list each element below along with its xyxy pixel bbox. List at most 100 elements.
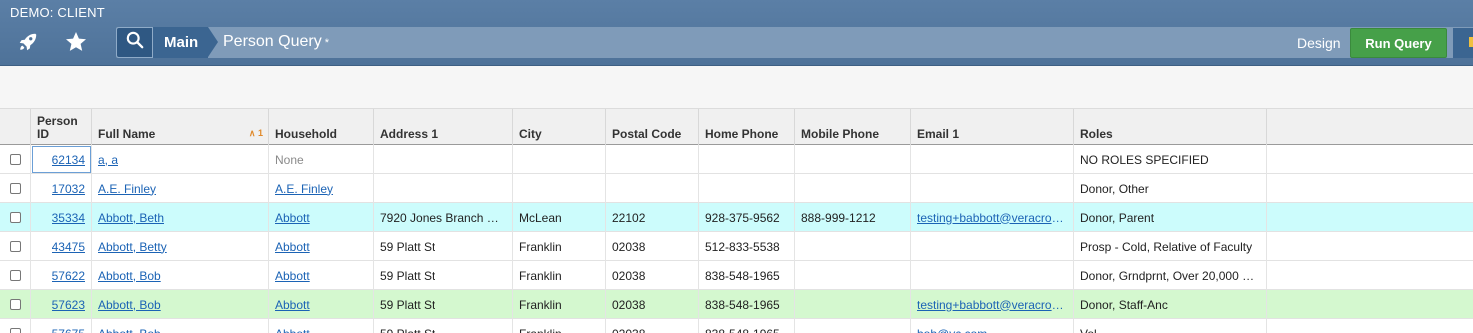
search-button[interactable] <box>116 27 153 58</box>
person-id-link[interactable]: 57623 <box>52 298 85 312</box>
mobile-phone-cell <box>795 319 911 333</box>
household-cell: Abbott <box>269 319 374 333</box>
mobile-phone-cell: 888-999-1212 <box>795 203 911 232</box>
address-cell: 59 Platt St <box>374 319 513 333</box>
cell-text: 838-548-1965 <box>705 327 780 333</box>
row-checkbox[interactable] <box>9 183 21 194</box>
address-cell: 59 Platt St <box>374 261 513 290</box>
column-header-postal-code[interactable]: Postal Code <box>606 109 699 145</box>
column-header-person-id[interactable]: Person ID <box>31 109 92 145</box>
table-row[interactable]: 43475 Abbott, Betty Abbott 59 Platt St Frank… <box>0 232 1473 261</box>
breadcrumb-main[interactable]: Main <box>153 27 208 58</box>
cell-text: 838-548-1965 <box>705 268 780 283</box>
household-link[interactable]: Abbott <box>275 327 310 333</box>
row-checkbox[interactable] <box>9 270 21 281</box>
column-header-mobile-phone[interactable]: Mobile Phone <box>795 109 911 145</box>
city-cell: McLean <box>513 203 606 232</box>
column-header-city[interactable]: City <box>513 109 606 145</box>
select-all-column <box>0 109 31 145</box>
email-link[interactable]: bob@vc.com <box>917 327 987 333</box>
table-row[interactable]: 62134 a, a None NO ROLES SPECIFIED <box>0 145 1473 174</box>
postal-code-cell <box>606 174 699 203</box>
person-id-link[interactable]: 57675 <box>52 327 85 333</box>
cell-text: 838-548-1965 <box>705 297 780 312</box>
column-header-email1[interactable]: Email 1 <box>911 109 1074 145</box>
address-cell: 59 Platt St <box>374 290 513 319</box>
table-row[interactable]: 35334 Abbott, Beth Abbott 7920 Jones Branch… <box>0 203 1473 232</box>
app-window: DEMO: CLIENT Main Person Query * Design R… <box>0 0 1473 333</box>
person-id-link[interactable]: 57622 <box>52 269 85 283</box>
roles-cell: Vol <box>1074 319 1267 333</box>
full-name-link[interactable]: A.E. Finley <box>98 182 156 196</box>
unsaved-marker: * <box>324 37 329 49</box>
overflow-button[interactable] <box>1453 28 1473 58</box>
table-row[interactable]: 57623 Abbott, Bob Abbott 59 Platt St Frankli… <box>0 290 1473 319</box>
favorites-button[interactable] <box>58 26 94 58</box>
email-cell: bob@vc.com <box>911 319 1074 333</box>
page-title: Person Query * <box>223 33 329 51</box>
column-header-roles[interactable]: Roles <box>1074 109 1267 145</box>
run-query-button[interactable]: Run Query <box>1350 28 1447 58</box>
cell-text: Vol <box>1080 327 1097 333</box>
household-cell: Abbott <box>269 290 374 319</box>
email-cell <box>911 261 1074 290</box>
row-checkbox[interactable] <box>9 328 21 333</box>
column-label: Household <box>275 127 337 141</box>
launcher-button[interactable] <box>10 26 46 58</box>
cell-text: McLean <box>519 210 562 225</box>
cell-text: 512-833-5538 <box>705 239 780 254</box>
full-name-link[interactable]: Abbott, Bob <box>98 327 161 333</box>
full-name-link[interactable]: a, a <box>98 153 118 167</box>
column-label: Postal Code <box>612 127 682 141</box>
roles-cell: NO ROLES SPECIFIED <box>1074 145 1267 174</box>
full-name-link[interactable]: Abbott, Beth <box>98 211 164 225</box>
person-id-cell: 57675 <box>31 319 92 333</box>
postal-code-cell: 02038 <box>606 319 699 333</box>
household-link[interactable]: Abbott <box>275 211 310 225</box>
household-link[interactable]: Abbott <box>275 298 310 312</box>
sort-ascending-icon: ∧ 1 <box>248 128 263 138</box>
table-row[interactable]: 57622 Abbott, Bob Abbott 59 Platt St Frankli… <box>0 261 1473 290</box>
full-name-link[interactable]: Abbott, Bob <box>98 269 161 283</box>
page-title-text: Person Query <box>223 33 322 50</box>
table-row[interactable]: 57675 Abbott, Bob Abbott 59 Platt St Frankli… <box>0 319 1473 333</box>
row-checkbox[interactable] <box>9 241 21 252</box>
table-row[interactable]: 17032 A.E. Finley A.E. Finley Donor, Other <box>0 174 1473 203</box>
column-header-full-name[interactable]: Full Name ∧ 1 <box>92 109 269 145</box>
design-button[interactable]: Design <box>1297 35 1341 51</box>
row-checkbox[interactable] <box>9 299 21 310</box>
row-checkbox[interactable] <box>9 212 21 223</box>
cell-text: 59 Platt St <box>380 239 436 254</box>
roles-cell: Donor, Staff-Anc <box>1074 290 1267 319</box>
person-id-link[interactable]: 43475 <box>52 240 85 254</box>
email-link[interactable]: testing+babbott@veracros... <box>917 211 1067 225</box>
email-cell <box>911 145 1074 174</box>
person-id-link[interactable]: 35334 <box>52 211 85 225</box>
household-link[interactable]: Abbott <box>275 269 310 283</box>
person-id-cell: 35334 <box>31 203 92 232</box>
household-cell: A.E. Finley <box>269 174 374 203</box>
person-id-link[interactable]: 62134 <box>52 153 85 167</box>
person-id-cell: 57623 <box>31 290 92 319</box>
full-name-link[interactable]: Abbott, Betty <box>98 240 167 254</box>
results-grid: Person ID Full Name ∧ 1 Household Address… <box>0 109 1473 333</box>
household-cell: Abbott <box>269 232 374 261</box>
column-header-home-phone[interactable]: Home Phone <box>699 109 795 145</box>
household-link[interactable]: Abbott <box>275 240 310 254</box>
full-name-cell: Abbott, Beth <box>92 203 269 232</box>
row-checkbox[interactable] <box>9 154 21 165</box>
cell-text: Donor, Grndprnt, Over 20,000 D... <box>1080 268 1260 283</box>
row-select-cell <box>0 290 31 319</box>
cell-text: 59 Platt St <box>380 268 436 283</box>
column-label: Full Name <box>98 127 156 141</box>
cell-text: 02038 <box>612 327 645 333</box>
person-id-link[interactable]: 17032 <box>52 182 85 196</box>
column-header-address1[interactable]: Address 1 <box>374 109 513 145</box>
city-cell: Franklin <box>513 290 606 319</box>
column-header-household[interactable]: Household <box>269 109 374 145</box>
email-link[interactable]: testing+babbott@veracros... <box>917 298 1067 312</box>
full-name-link[interactable]: Abbott, Bob <box>98 298 161 312</box>
row-select-cell <box>0 174 31 203</box>
mobile-phone-cell <box>795 290 911 319</box>
household-link[interactable]: A.E. Finley <box>275 182 333 196</box>
